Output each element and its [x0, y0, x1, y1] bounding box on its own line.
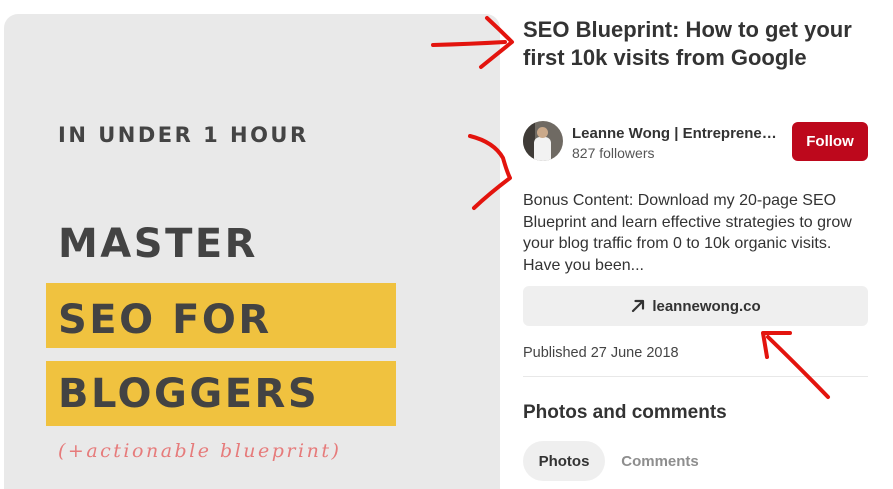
image-headline-line2: SEO FOR: [58, 297, 272, 343]
pin-description: Bonus Content: Download my 20-page SEO B…: [523, 192, 852, 274]
creator-row: Leanne Wong | Entrepreneur... 827 follow…: [523, 121, 868, 165]
site-domain: leannewong.co: [652, 297, 761, 315]
tab-photos[interactable]: Photos: [523, 441, 605, 481]
arrow-up-right-icon: [630, 298, 646, 314]
image-headline-line1: MASTER: [58, 221, 258, 267]
section-title: Photos and comments: [523, 402, 727, 423]
avatar[interactable]: [523, 121, 563, 161]
pin-detail-page: IN UNDER 1 HOUR MASTER SEO FOR BLOGGERS …: [0, 0, 893, 489]
image-tagline: (+actionable blueprint): [58, 440, 342, 462]
image-headline-line3: BLOGGERS: [58, 371, 320, 417]
follower-count: 827 followers: [572, 145, 655, 161]
pin-image[interactable]: IN UNDER 1 HOUR MASTER SEO FOR BLOGGERS …: [4, 14, 500, 489]
tab-comments[interactable]: Comments: [612, 441, 708, 481]
published-date: Published 27 June 2018: [523, 345, 679, 361]
divider: [523, 376, 868, 377]
image-eyebrow-text: IN UNDER 1 HOUR: [58, 123, 309, 147]
pin-title: SEO Blueprint: How to get your first 10k…: [523, 17, 852, 70]
creator-name[interactable]: Leanne Wong | Entrepreneur...: [572, 125, 782, 142]
follow-button[interactable]: Follow: [792, 122, 868, 161]
annotation-arrow-link: [761, 331, 830, 399]
visit-site-button[interactable]: leannewong.co: [523, 286, 868, 326]
